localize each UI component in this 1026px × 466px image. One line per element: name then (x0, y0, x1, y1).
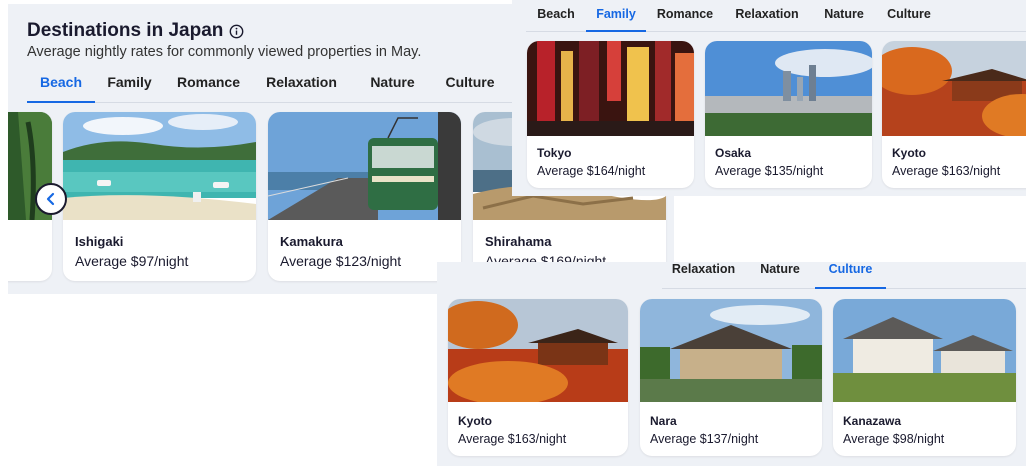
destination-card-kamakura[interactable]: Kamakura Average $123/night (268, 112, 461, 281)
destination-card-osaka[interactable]: Osaka Average $135/night (705, 41, 872, 188)
destination-card-kanazawa[interactable]: Kanazawa Average $98/night (833, 299, 1016, 456)
tab-relaxation[interactable]: Relaxation (253, 70, 350, 102)
page-title: Destinations in Japan (27, 20, 224, 41)
tab-culture[interactable]: Culture (435, 70, 505, 102)
tab-relaxation[interactable]: Relaxation (724, 0, 810, 31)
tab-nature[interactable]: Nature (745, 262, 815, 288)
destination-price: Average $123/night (280, 253, 402, 269)
destination-image-tokyo (527, 41, 694, 136)
category-tabs: Relaxation Nature Culture (662, 262, 1026, 289)
destination-price: Average $164/night (537, 164, 646, 178)
tab-family[interactable]: Family (95, 70, 164, 102)
tab-relaxation[interactable]: Relaxation (662, 262, 745, 288)
destinations-panel-culture: Relaxation Nature Culture Kyoto Average … (437, 262, 1026, 466)
destination-name: Kamakura (280, 234, 343, 249)
tab-romance[interactable]: Romance (164, 70, 253, 102)
title-row: Destinations in Japan (27, 20, 244, 42)
destination-name: Tokyo (537, 146, 572, 160)
destination-image-ishigaki (63, 112, 256, 220)
destination-name: Ishigaki (75, 234, 124, 249)
destination-image-kamakura (268, 112, 461, 220)
destination-card-kyoto[interactable]: Kyoto Average $163/night (882, 41, 1026, 188)
destination-card-nara[interactable]: Nara Average $137/night (640, 299, 822, 456)
carousel-prev-button[interactable] (35, 183, 67, 215)
destination-image-kyoto-culture (448, 299, 628, 402)
destination-name: Osaka (715, 146, 752, 160)
tab-romance[interactable]: Romance (646, 0, 724, 31)
destination-image-nara (640, 299, 822, 402)
tab-family[interactable]: Family (586, 0, 646, 32)
tab-culture[interactable]: Culture (815, 262, 886, 289)
destination-image-osaka (705, 41, 872, 136)
tab-nature[interactable]: Nature (810, 0, 878, 31)
info-icon[interactable] (229, 24, 244, 39)
tab-beach[interactable]: Beach (27, 70, 95, 103)
destination-price: Average $163/night (458, 432, 567, 446)
destination-name: Nara (650, 414, 677, 428)
destination-price: Average $163/night (892, 164, 1001, 178)
tab-culture[interactable]: Culture (878, 0, 940, 31)
tab-beach[interactable]: Beach (526, 0, 586, 31)
destinations-panel-family: Beach Family Romance Relaxation Nature C… (512, 0, 1026, 196)
destination-image-kanazawa (833, 299, 1016, 402)
destination-name: Shirahama (485, 234, 552, 249)
destination-card-kyoto-culture[interactable]: Kyoto Average $163/night (448, 299, 628, 456)
category-tabs: Beach Family Romance Relaxation Nature C… (526, 0, 1026, 32)
destination-price: Average $98/night (843, 432, 945, 446)
subtitle: Average nightly rates for commonly viewe… (27, 44, 422, 60)
tab-nature[interactable]: Nature (350, 70, 435, 102)
chevron-left-icon (46, 192, 55, 206)
destination-name: Kyoto (458, 414, 492, 428)
destination-image-kyoto (882, 41, 1026, 136)
destination-card-ishigaki[interactable]: Ishigaki Average $97/night (63, 112, 256, 281)
destination-price: Average $135/night (715, 164, 824, 178)
destination-name: Kanazawa (843, 414, 902, 428)
destination-name: Kyoto (892, 146, 926, 160)
destination-card-tokyo[interactable]: Tokyo Average $164/night (527, 41, 694, 188)
destination-price: Average $137/night (650, 432, 759, 446)
destination-price: Average $97/night (75, 253, 189, 269)
